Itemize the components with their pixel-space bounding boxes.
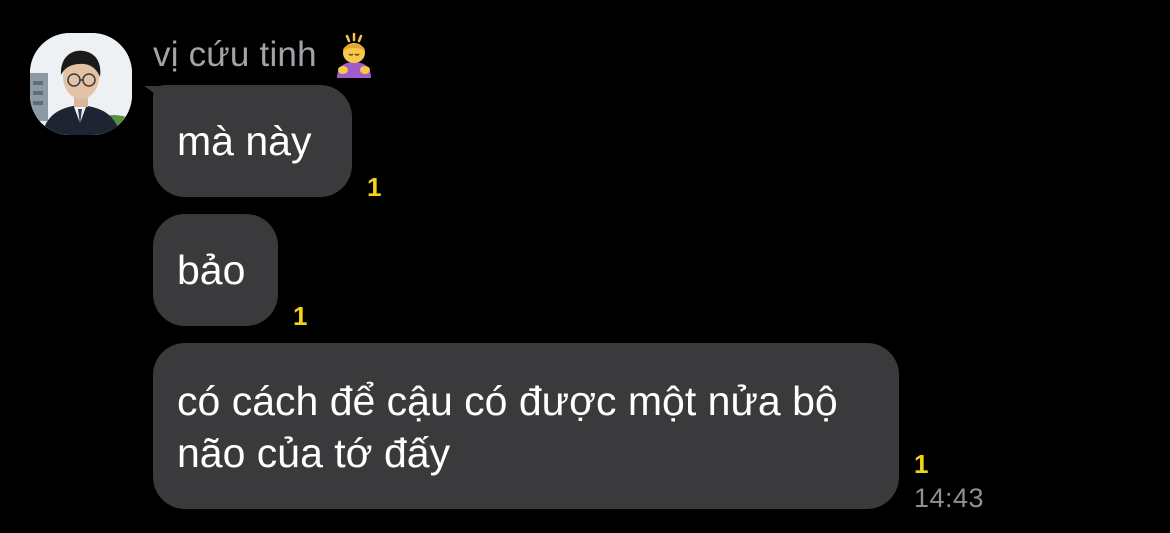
message-timestamp: 14:43 bbox=[914, 483, 985, 513]
message-bubble[interactable]: mà này bbox=[153, 85, 352, 197]
message-text: bảo bbox=[177, 247, 246, 293]
message-bubble[interactable]: bảo bbox=[153, 214, 278, 326]
profile-photo-icon bbox=[30, 33, 132, 135]
message-bubble[interactable]: có cách để cậu có được một nửa bộ não củ… bbox=[153, 343, 899, 509]
unread-count: 1 bbox=[293, 301, 308, 331]
unread-count: 1 bbox=[914, 449, 929, 479]
sender-name: vị cứu tinh bbox=[153, 35, 317, 74]
message-text: mà này bbox=[177, 118, 312, 164]
unread-count: 1 bbox=[367, 172, 382, 202]
sender-avatar[interactable] bbox=[30, 33, 132, 135]
person-bowing-emoji-icon bbox=[336, 32, 371, 78]
sender-header: vị cứu tinh bbox=[153, 30, 377, 80]
message-text: có cách để cậu có được một nửa bộ não củ… bbox=[177, 378, 838, 476]
